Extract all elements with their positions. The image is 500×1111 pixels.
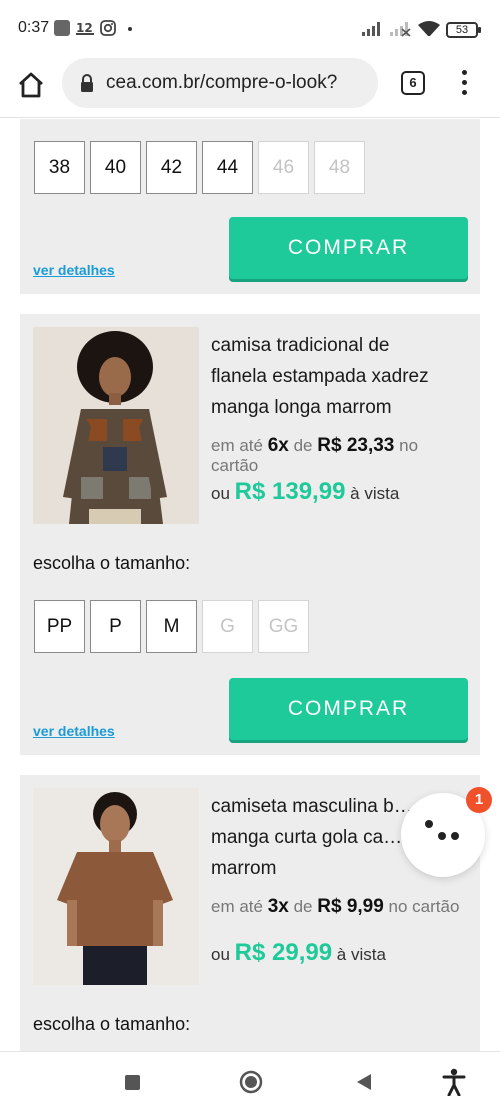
size-option-m[interactable]: M: [146, 600, 197, 653]
signal-icon: [362, 22, 380, 36]
product-photo-flannel-shirt: [33, 327, 199, 524]
installment-prefix: em até: [211, 436, 263, 455]
product-name-line: camisa tradicional de: [211, 335, 390, 356]
signal-x-icon: [390, 22, 411, 37]
system-nav-bar: [0, 1051, 500, 1111]
choose-size-label: escolha o tamanho:: [33, 1014, 191, 1034]
details-link[interactable]: ver detalhes: [33, 723, 115, 739]
product-card: camisa tradicional de flanela estampada …: [20, 314, 480, 755]
installment-value: R$ 9,99: [317, 896, 384, 917]
installment-info: em até 6x de R$ 23,33 no cartão: [211, 436, 461, 476]
size-option-gg: GG: [258, 600, 309, 653]
product-card: 38 40 42 44 46 48 COMPRAR ver detalhes: [20, 119, 480, 294]
cash-price-row: ou R$ 29,99 à vista: [211, 939, 386, 967]
notification-badge: 1: [466, 787, 492, 813]
buy-button[interactable]: COMPRAR: [229, 217, 468, 279]
page-content: 38 40 42 44 46 48 COMPRAR ver detalhes c…: [0, 119, 500, 1051]
cash-prefix: ou: [211, 945, 230, 964]
size-option-40[interactable]: 40: [90, 141, 141, 194]
size-option-pp[interactable]: PP: [34, 600, 85, 653]
lock-icon: [81, 74, 93, 92]
size-option-g: G: [202, 600, 253, 653]
overflow-menu-icon[interactable]: [460, 70, 468, 98]
back-icon[interactable]: [355, 1072, 373, 1092]
product-photo-tshirt: [33, 788, 199, 985]
wifi-icon: [418, 21, 440, 36]
size-option-38[interactable]: 38: [34, 141, 85, 194]
carrier-icon: 12: [76, 21, 94, 35]
address-bar[interactable]: cea.com.br/compre-o-look?: [62, 58, 378, 108]
url-text[interactable]: cea.com.br/compre-o-look?: [106, 72, 337, 94]
battery-icon: 53: [446, 22, 481, 38]
size-option-48: 48: [314, 141, 365, 194]
size-option-42[interactable]: 42: [146, 141, 197, 194]
gallery-icon: [54, 20, 70, 36]
choose-size-label: escolha o tamanho:: [33, 553, 191, 573]
size-options: PP P M G GG: [34, 600, 309, 653]
product-image[interactable]: [33, 327, 199, 524]
recent-apps-icon[interactable]: [125, 1075, 140, 1090]
product-image[interactable]: [33, 788, 199, 985]
size-option-p[interactable]: P: [90, 600, 141, 653]
cash-price: R$ 139,99: [234, 478, 346, 505]
product-name-line: flanela estampada xadrez: [211, 366, 429, 387]
details-link[interactable]: ver detalhes: [33, 262, 115, 278]
cash-suffix: à vista: [336, 945, 386, 964]
installment-suffix: no cartão: [388, 897, 460, 916]
installment-of: de: [293, 436, 313, 455]
buy-button[interactable]: COMPRAR: [229, 678, 468, 740]
browser-toolbar: cea.com.br/compre-o-look? 6: [0, 58, 500, 118]
accessibility-icon[interactable]: [442, 1068, 466, 1096]
product-name[interactable]: camisa tradicional de flanela estampada …: [211, 330, 473, 423]
dot-icon: [128, 27, 132, 31]
installment-value: R$ 23,33: [317, 435, 395, 456]
product-name-line: manga longa marrom: [211, 397, 392, 418]
size-option-46: 46: [258, 141, 309, 194]
installment-prefix: em até: [211, 897, 263, 916]
status-bar: 0:37 12 53: [0, 0, 500, 58]
cash-price: R$ 29,99: [234, 939, 333, 966]
cash-suffix: à vista: [350, 484, 400, 503]
installment-info: em até 3x de R$ 9,99 no cartão: [211, 897, 461, 917]
status-time: 0:37: [18, 19, 50, 36]
installment-of: de: [293, 897, 313, 916]
size-options: 38 40 42 44 46 48: [34, 141, 365, 194]
installment-count: 3x: [267, 896, 289, 917]
cash-prefix: ou: [211, 484, 230, 503]
instagram-icon: [100, 20, 116, 36]
installment-count: 6x: [267, 435, 289, 456]
svg-text:12: 12: [76, 21, 93, 35]
tab-switcher-button[interactable]: 6: [401, 71, 425, 95]
size-option-44[interactable]: 44: [202, 141, 253, 194]
home-circle-icon[interactable]: [239, 1070, 263, 1094]
home-icon[interactable]: [16, 70, 46, 100]
cash-price-row: ou R$ 139,99 à vista: [211, 478, 399, 506]
